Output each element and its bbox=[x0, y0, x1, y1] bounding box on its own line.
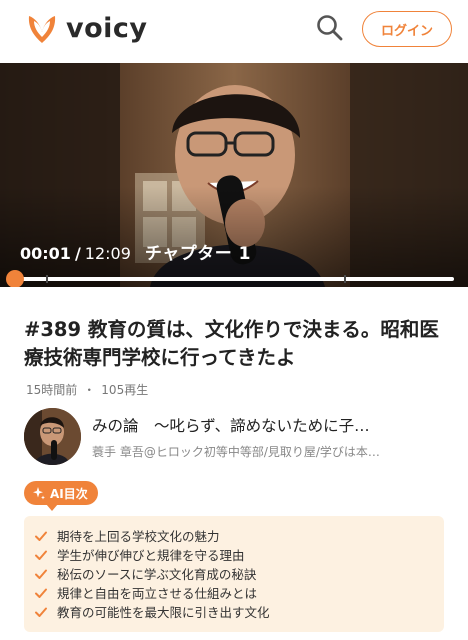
episode-title: #389 教育の質は、文化作りで決まる。昭和医療技術専門学校に行ってきたよ bbox=[24, 318, 439, 369]
ai-summary-item: 学生が伸び伸びと規律を守る理由 bbox=[57, 548, 245, 563]
ai-summary-badge-label: AI目次 bbox=[50, 486, 88, 501]
playback-time: 00:01 / 12:09 チャプター 1 bbox=[20, 239, 251, 264]
ai-summary-item: 規律と自由を両立させる仕組みとは bbox=[57, 586, 258, 601]
login-button[interactable]: ログイン bbox=[362, 11, 452, 47]
ai-summary-list: 期待を上回る学校文化の魅力 学生が伸び伸びと規律を守る理由 秘伝のソースに学ぶ文… bbox=[24, 516, 444, 632]
avatar-image bbox=[24, 408, 81, 465]
progress-bar[interactable] bbox=[5, 270, 454, 287]
list-item: 学生が伸び伸びと規律を守る理由 bbox=[34, 545, 444, 564]
channel-link[interactable]: みの論 〜叱らず、諦めないために子… 蓑手 章吾@ヒロック初等中等部/見取り屋/… bbox=[24, 408, 444, 466]
audio-player[interactable]: 00:01 / 12:09 チャプター 1 bbox=[0, 63, 468, 287]
current-time: 00:01 bbox=[20, 244, 71, 263]
voicy-logo[interactable]: voicy bbox=[24, 10, 148, 46]
ai-summary-badge: AI目次 bbox=[24, 481, 98, 511]
progress-thumb[interactable] bbox=[5, 270, 24, 287]
check-icon bbox=[35, 588, 47, 598]
chapter-label: チャプター 1 bbox=[144, 244, 251, 264]
list-item: 期待を上回る学校文化の魅力 bbox=[34, 526, 444, 545]
check-icon bbox=[35, 531, 47, 541]
list-item: 教育の可能性を最大限に引き出す文化 bbox=[34, 602, 444, 621]
play-count: 105再生 bbox=[101, 383, 149, 397]
channel-avatar[interactable] bbox=[24, 408, 81, 465]
ai-summary-item: 教育の可能性を最大限に引き出す文化 bbox=[57, 605, 270, 620]
ai-summary-item: 秘伝のソースに学ぶ文化育成の秘訣 bbox=[57, 567, 257, 582]
search-button[interactable] bbox=[315, 13, 345, 43]
ai-summary-item: 期待を上回る学校文化の魅力 bbox=[57, 529, 220, 544]
chapter-marker bbox=[46, 275, 48, 283]
brand-name: voicy bbox=[66, 12, 148, 44]
chapter-marker bbox=[344, 275, 346, 283]
episode-meta: 15時間前・ 105再生 bbox=[26, 381, 148, 398]
channel-host: 蓑手 章吾@ヒロック初等中等部/見取り屋/学びは本… bbox=[92, 445, 380, 459]
channel-name: みの論 〜叱らず、諦めないために子… bbox=[92, 417, 370, 435]
app-header: voicy ログイン bbox=[0, 0, 468, 60]
posted-time: 15時間前 bbox=[26, 383, 78, 397]
list-item: 規律と自由を両立させる仕組みとは bbox=[34, 583, 444, 602]
check-icon bbox=[35, 550, 47, 560]
meta-separator: ・ bbox=[83, 383, 96, 397]
list-item: 秘伝のソースに学ぶ文化育成の秘訣 bbox=[34, 564, 444, 583]
voicy-logo-icon bbox=[28, 16, 56, 43]
sparkle-icon bbox=[33, 487, 45, 500]
check-icon bbox=[35, 569, 47, 579]
check-icon bbox=[35, 607, 47, 617]
duration: 12:09 bbox=[84, 244, 131, 263]
search-icon bbox=[317, 15, 343, 41]
time-separator: / bbox=[74, 244, 81, 263]
